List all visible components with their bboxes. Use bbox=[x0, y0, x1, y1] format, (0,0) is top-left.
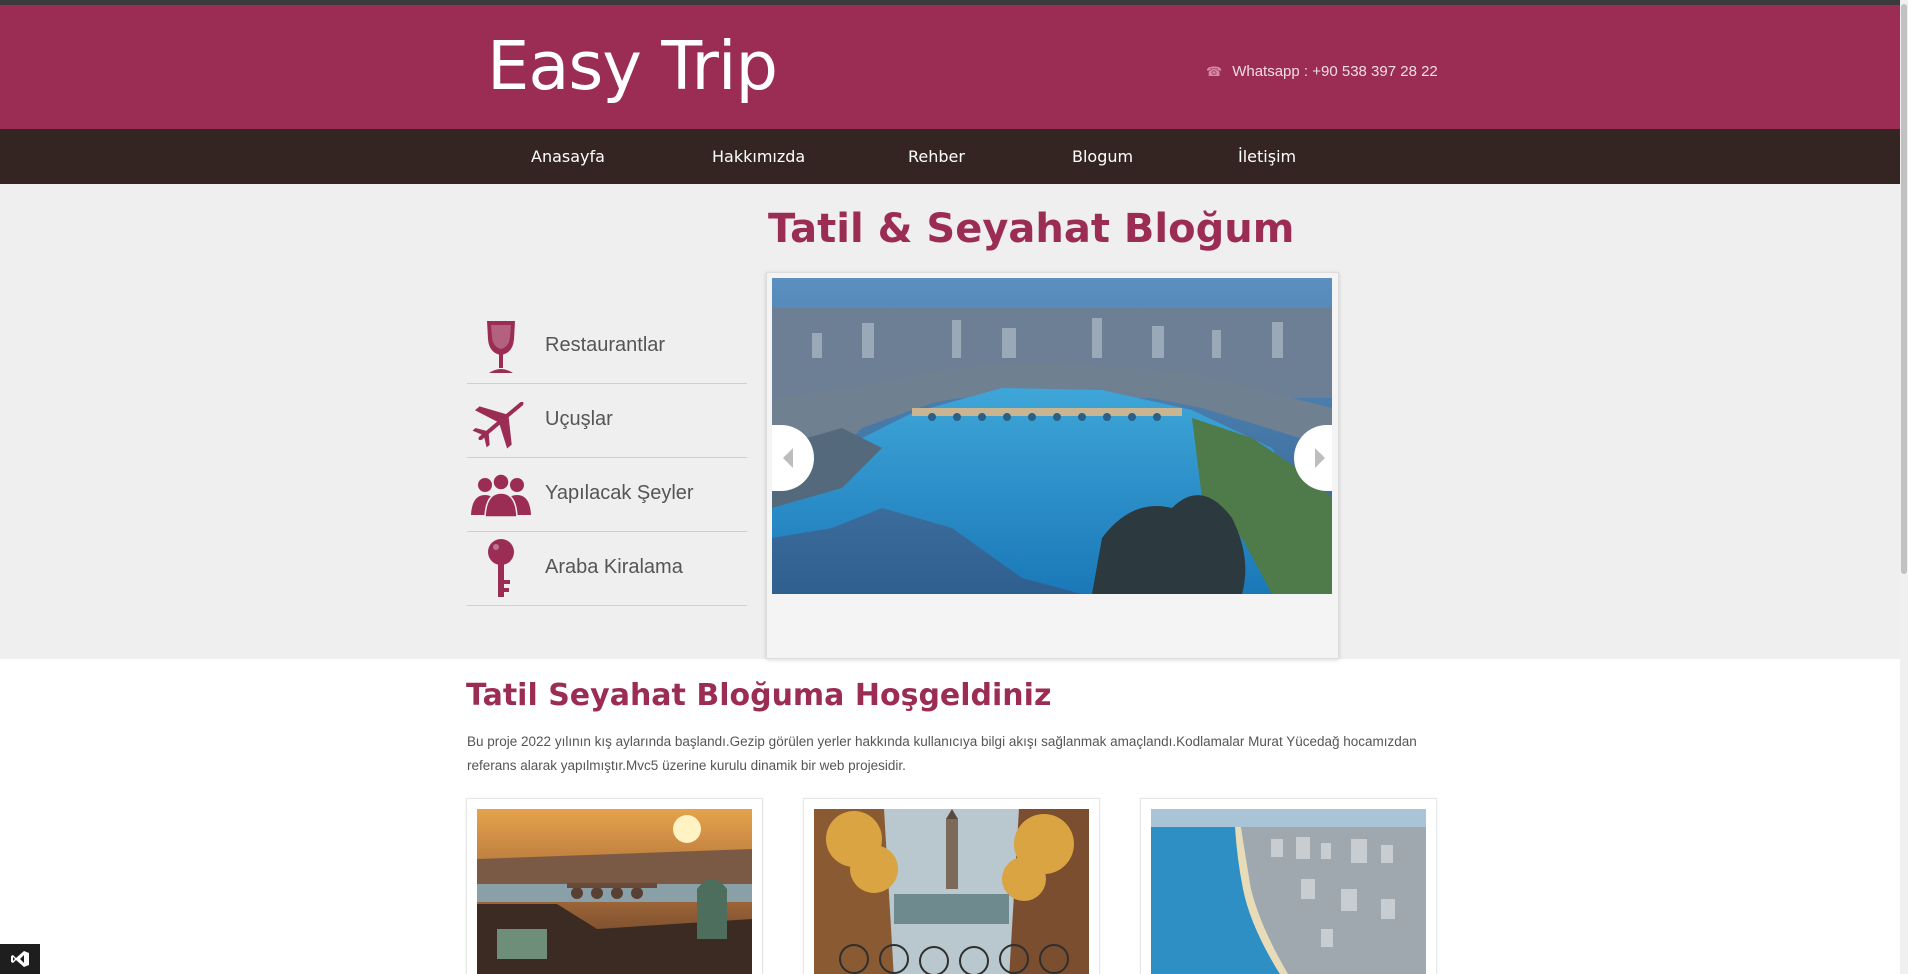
blog-card-image bbox=[1151, 809, 1426, 974]
scrollbar-thumb[interactable] bbox=[1901, 4, 1907, 574]
blog-card[interactable] bbox=[1140, 798, 1437, 974]
blog-card-image bbox=[814, 809, 1089, 974]
page-title: Tatil & Seyahat Bloğum bbox=[768, 206, 1295, 252]
category-label: Uçuşlar bbox=[545, 408, 613, 430]
category-label: Araba Kiralama bbox=[545, 556, 683, 578]
nav-item-iletisim[interactable]: İletişim bbox=[1238, 147, 1296, 166]
category-item-restaurantlar[interactable]: Restaurantlar bbox=[467, 310, 747, 384]
phone-icon: ☎ bbox=[1206, 64, 1223, 79]
category-item-yapilacak-seyler[interactable]: Yapılacak Şeyler bbox=[467, 458, 747, 532]
main-nav: Anasayfa Hakkımızda Rehber Blogum İletiş… bbox=[0, 129, 1900, 184]
category-item-araba-kiralama[interactable]: Araba Kiralama bbox=[467, 532, 747, 606]
chevron-left-icon bbox=[783, 448, 793, 468]
image-slider bbox=[766, 272, 1339, 659]
category-list: Restaurantlar Uçuşlar Yapılacak Şeyler A… bbox=[467, 310, 747, 606]
blog-card[interactable] bbox=[803, 798, 1100, 974]
nav-item-anasayfa[interactable]: Anasayfa bbox=[531, 147, 605, 166]
page-scrollbar[interactable] bbox=[1900, 0, 1908, 974]
visual-studio-badge[interactable] bbox=[0, 944, 40, 974]
key-icon bbox=[469, 538, 533, 600]
chevron-right-icon bbox=[1315, 448, 1325, 468]
site-header: Easy Trip ☎ Whatsapp : +90 538 397 28 22 bbox=[0, 5, 1900, 129]
welcome-text: Bu proje 2022 yılının kış aylarında başl… bbox=[467, 734, 1417, 773]
category-item-ucuslar[interactable]: Uçuşlar bbox=[467, 384, 747, 458]
slider-image bbox=[772, 278, 1332, 594]
visual-studio-icon bbox=[11, 951, 29, 967]
wine-glass-icon bbox=[469, 316, 533, 378]
airplane-icon bbox=[469, 390, 533, 452]
blog-card-image bbox=[477, 809, 752, 974]
category-label: Yapılacak Şeyler bbox=[545, 482, 694, 504]
nav-item-blogum[interactable]: Blogum bbox=[1072, 147, 1133, 166]
category-label: Restaurantlar bbox=[545, 334, 666, 356]
nav-item-rehber[interactable]: Rehber bbox=[908, 147, 965, 166]
site-logo[interactable]: Easy Trip bbox=[487, 27, 778, 105]
nav-item-hakkimizda[interactable]: Hakkımızda bbox=[712, 147, 805, 166]
hero-section: Tatil & Seyahat Bloğum Restaurantlar Uçu… bbox=[0, 184, 1900, 659]
people-icon bbox=[469, 464, 533, 526]
whatsapp-contact: ☎ Whatsapp : +90 538 397 28 22 bbox=[1206, 63, 1438, 80]
welcome-title: Tatil Seyahat Bloğuma Hoşgeldiniz bbox=[466, 678, 1052, 713]
whatsapp-text: Whatsapp : +90 538 397 28 22 bbox=[1232, 63, 1438, 80]
blog-card[interactable] bbox=[466, 798, 763, 974]
